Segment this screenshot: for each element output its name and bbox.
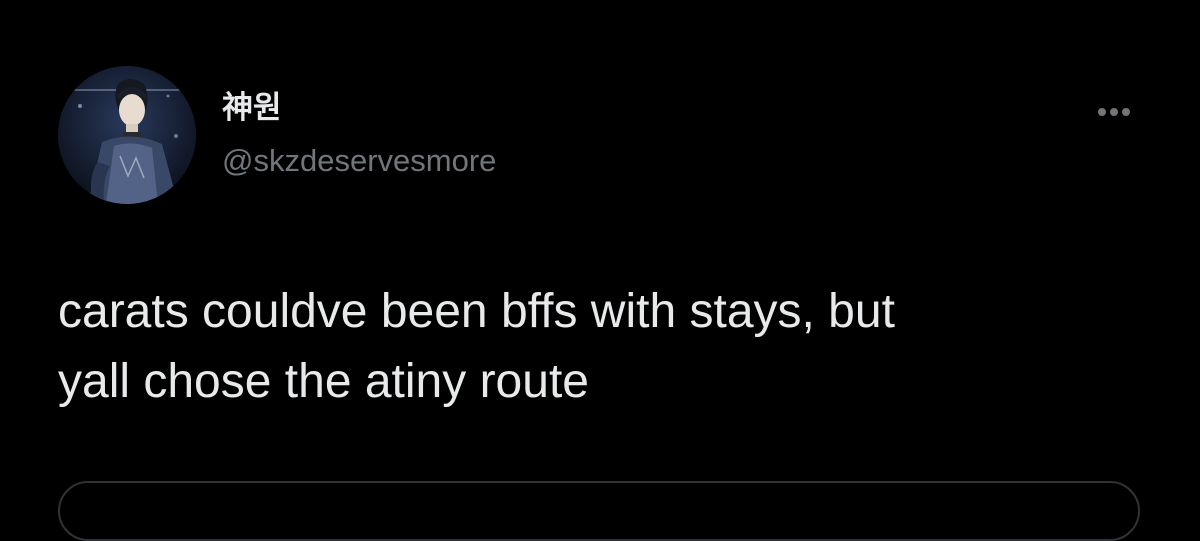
- quoted-tweet-card[interactable]: [58, 481, 1140, 541]
- author-handle[interactable]: @skzdeservesmore: [222, 145, 496, 176]
- more-options-button[interactable]: [1086, 96, 1142, 128]
- avatar[interactable]: [58, 66, 196, 204]
- author-display-name[interactable]: 神원: [222, 92, 282, 123]
- tweet-text: carats couldve been bffs with stays, but…: [58, 285, 895, 408]
- more-horizontal-icon: [1098, 108, 1130, 116]
- tweet: 神원 @skzdeservesmore carats couldve been …: [0, 0, 1200, 541]
- avatar-photo: [58, 66, 196, 204]
